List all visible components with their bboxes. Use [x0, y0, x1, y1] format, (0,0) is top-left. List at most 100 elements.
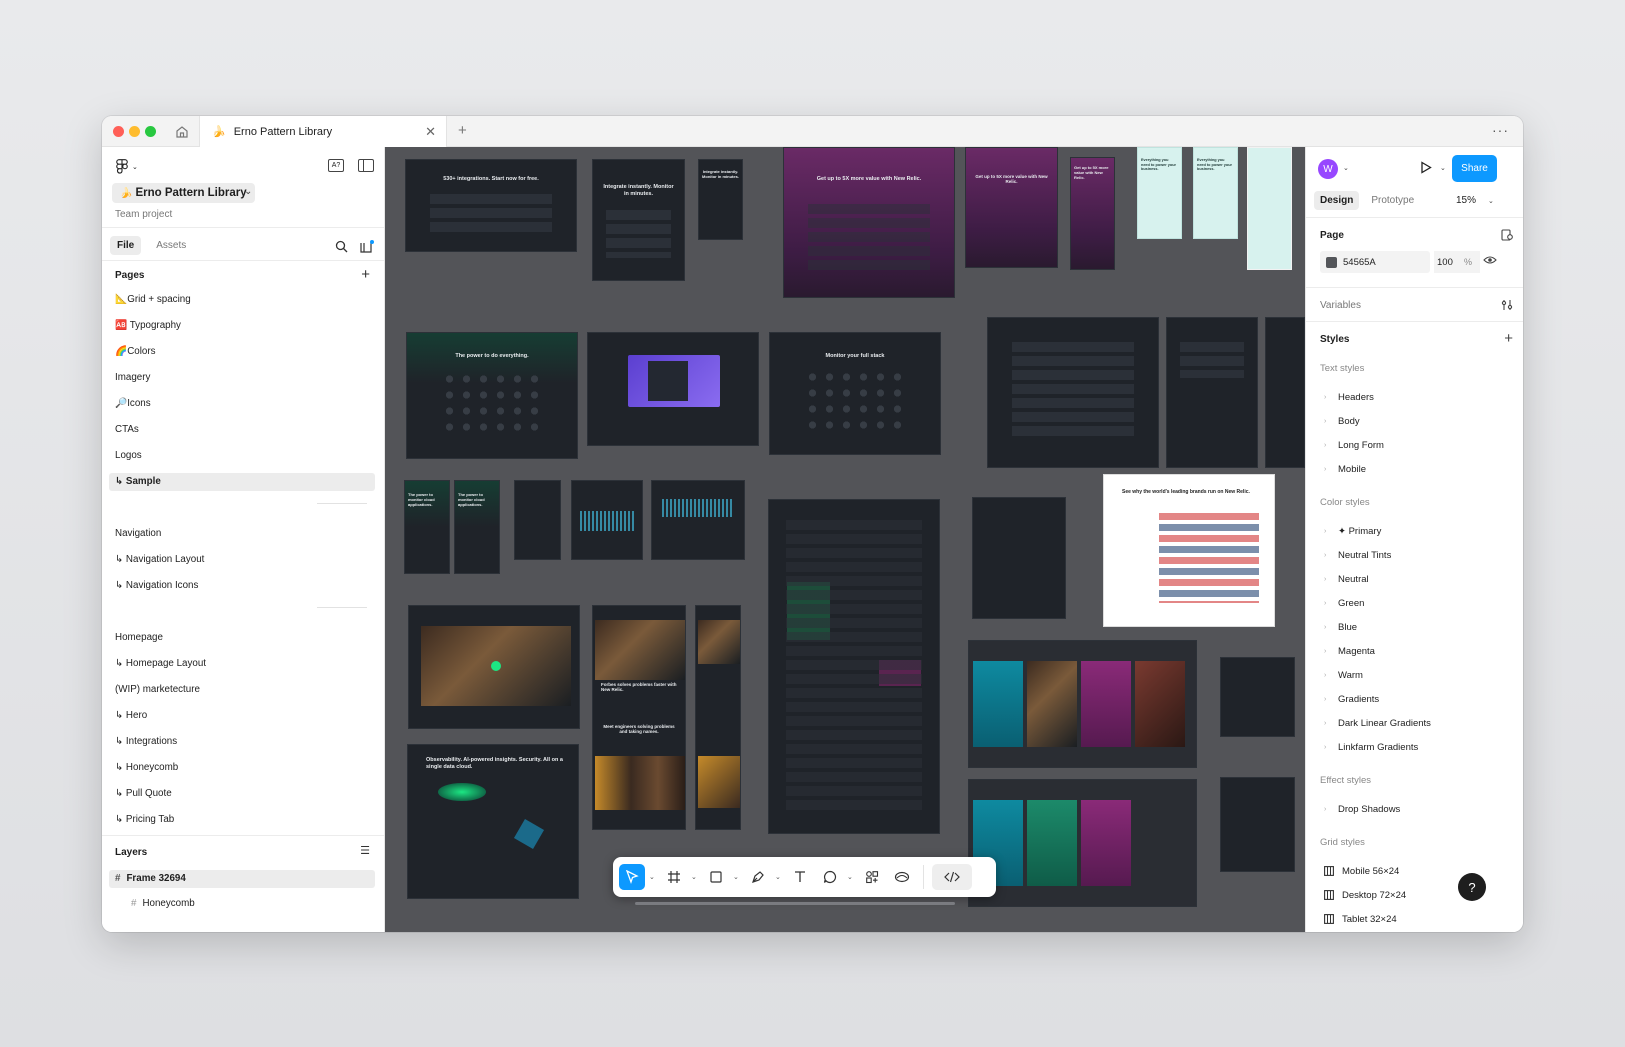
frame-value-mobile[interactable]: Get up to 5X more value with New Relic. [1070, 157, 1115, 270]
add-page-icon[interactable]: + [361, 267, 370, 282]
minimize-window-button[interactable] [129, 126, 140, 137]
color-style-neutral[interactable]: › Neutral [1324, 571, 1369, 587]
page-item-navigation-icons[interactable]: ↳ Navigation Icons [115, 577, 198, 595]
color-style-gradients[interactable]: › Gradients [1324, 691, 1379, 707]
frame-product-shot[interactable] [587, 332, 759, 446]
chevron-down-icon[interactable]: ⌄ [775, 873, 783, 881]
frame-integrations[interactable]: 530+ integrations. Start now for free. [405, 159, 577, 252]
more-options-icon[interactable]: ··· [1492, 122, 1509, 138]
text-tool-button[interactable] [787, 864, 813, 890]
close-tab-icon[interactable]: ✕ [425, 124, 436, 140]
page-item-integrations[interactable]: ↳ Integrations [115, 733, 177, 751]
frame-mint-2[interactable]: Everything you need to power your busine… [1193, 147, 1238, 239]
effect-style-drop-shadows[interactable]: › Drop Shadows [1324, 801, 1400, 817]
page-item-ctas[interactable]: CTAs [115, 421, 139, 439]
frame-hero-video[interactable] [408, 605, 580, 729]
chevron-down-icon[interactable]: ⌄ [1488, 197, 1494, 205]
page-item-logos[interactable]: Logos [115, 447, 142, 465]
chevron-down-icon[interactable]: ⌄ [733, 873, 741, 881]
page-item-marketecture[interactable]: (WIP) marketecture [115, 681, 200, 699]
frame-forbes-mobile[interactable] [695, 605, 741, 830]
frame-integrate[interactable]: Integrate instantly. Monitor in minutes. [592, 159, 685, 281]
tab-prototype[interactable]: Prototype [1365, 191, 1420, 210]
frame-report-grid[interactable] [768, 499, 940, 834]
page-item-sample[interactable]: ↳ Sample [109, 473, 375, 491]
present-button[interactable] [1420, 161, 1432, 177]
color-style-green[interactable]: › Green [1324, 595, 1364, 611]
close-window-button[interactable] [113, 126, 124, 137]
frame-value-desktop[interactable]: Get up to 5X more value with New Relic. [783, 147, 955, 298]
tab-file[interactable]: File [110, 236, 142, 255]
actions-tool-button[interactable] [859, 864, 885, 890]
frame-honeycomb[interactable]: The power to do everything. [406, 332, 578, 459]
grid-style-desktop[interactable]: Desktop 72×24 [1324, 887, 1406, 903]
page-item-hero[interactable]: ↳ Hero [115, 707, 147, 725]
eye-icon[interactable] [1483, 255, 1497, 268]
page-item-homepage[interactable]: Homepage [115, 629, 163, 647]
frame-full-stack[interactable]: Monitor your full stack [769, 332, 941, 455]
page-item-typography[interactable]: 🆎 Typography [115, 317, 181, 335]
help-button[interactable]: ? [1458, 873, 1486, 901]
color-style-primary[interactable]: › ✦ Primary [1324, 523, 1381, 539]
library-icon[interactable] [360, 240, 374, 253]
frame-footer-tablet[interactable] [1220, 657, 1295, 737]
frame-tool-button[interactable] [661, 864, 687, 890]
color-style-linkfarm-gradients[interactable]: › Linkfarm Gradients [1324, 739, 1418, 755]
home-icon[interactable] [172, 122, 192, 142]
page-item-colors[interactable]: 🌈Colors [115, 343, 156, 361]
frame-cloud-5[interactable] [651, 480, 745, 560]
frame-cloud-3[interactable] [514, 480, 561, 560]
layer-frame[interactable]: # Frame 32694 [109, 870, 375, 888]
frame-cloud-1[interactable]: The power to monitor cloud applications. [404, 480, 450, 574]
project-name[interactable]: 🍌 Erno Pattern Library [112, 183, 255, 203]
maximize-window-button[interactable] [145, 126, 156, 137]
frame-mint-1[interactable]: Everything you need to power your busine… [1137, 147, 1182, 239]
variables-settings-icon[interactable] [1501, 299, 1513, 313]
page-item-pull-quote[interactable]: ↳ Pull Quote [115, 785, 172, 803]
page-item-imagery[interactable]: Imagery [115, 369, 150, 387]
page-item-pricing-tab[interactable]: ↳ Pricing Tab [115, 811, 174, 829]
color-style-neutral-tints[interactable]: › Neutral Tints [1324, 547, 1391, 563]
tab-design[interactable]: Design [1314, 191, 1360, 210]
frame-value-tablet[interactable]: Get up to 5X more value with New Relic. [965, 147, 1058, 268]
frame-footer-mobile[interactable] [1220, 777, 1295, 872]
frame-brands[interactable]: See why the world's leading brands run o… [1103, 474, 1275, 627]
shape-tool-button[interactable] [703, 864, 729, 890]
add-style-icon[interactable]: + [1504, 331, 1513, 346]
page-item-navigation-layout[interactable]: ↳ Navigation Layout [115, 551, 204, 569]
frame-cloud-2[interactable]: The power to monitor cloud applications. [454, 480, 500, 574]
main-menu-button[interactable]: ⌄ [116, 159, 138, 174]
frame-observability[interactable]: Observability. AI-powered insights. Secu… [407, 744, 579, 899]
color-style-warm[interactable]: › Warm [1324, 667, 1363, 683]
chevron-down-icon[interactable]: ⌄ [691, 873, 699, 881]
tab-assets[interactable]: Assets [149, 236, 193, 255]
chevron-down-icon[interactable]: ⌄ [1440, 164, 1446, 172]
style-mobile[interactable]: › Mobile [1324, 461, 1366, 477]
page-opacity-field[interactable]: 100 [1434, 251, 1464, 273]
color-swatch[interactable] [1326, 256, 1337, 268]
frame-integration-tablet[interactable] [1166, 317, 1258, 468]
frame-quote-cards[interactable] [968, 779, 1197, 907]
new-tab-icon[interactable]: + [458, 122, 467, 139]
layers-list-icon[interactable]: ☰ [360, 846, 370, 857]
ai-tool-button[interactable] [889, 864, 915, 890]
style-long-form[interactable]: › Long Form [1324, 437, 1384, 453]
color-style-dark-linear-gradients[interactable]: › Dark Linear Gradients [1324, 715, 1431, 731]
page-color-field[interactable]: 54565A [1320, 251, 1430, 273]
page-item-navigation[interactable]: Navigation [115, 525, 161, 543]
comment-tool-button[interactable] [817, 864, 843, 890]
text-size-icon[interactable]: A? [328, 159, 344, 172]
chevron-down-icon[interactable]: ⌄ [1343, 164, 1349, 172]
page-styles-icon[interactable] [1501, 229, 1513, 243]
zoom-level[interactable]: 15% [1456, 195, 1476, 206]
grid-style-mobile[interactable]: Mobile 56×24 [1324, 863, 1399, 879]
frame-forbes-tablet[interactable]: Forbes solves problems faster with New R… [592, 605, 686, 830]
chevron-down-icon[interactable]: ⌄ [649, 873, 657, 881]
page-item-icons[interactable]: 🔎Icons [115, 395, 151, 413]
color-style-magenta[interactable]: › Magenta [1324, 643, 1375, 659]
avatar[interactable]: W [1318, 159, 1338, 179]
move-tool-button[interactable] [619, 864, 645, 890]
horizontal-scrollbar[interactable] [635, 902, 955, 905]
frame-integrate-mobile[interactable]: Integrate instantly. Monitor in minutes. [698, 159, 743, 240]
frame-quotes[interactable] [968, 640, 1197, 768]
